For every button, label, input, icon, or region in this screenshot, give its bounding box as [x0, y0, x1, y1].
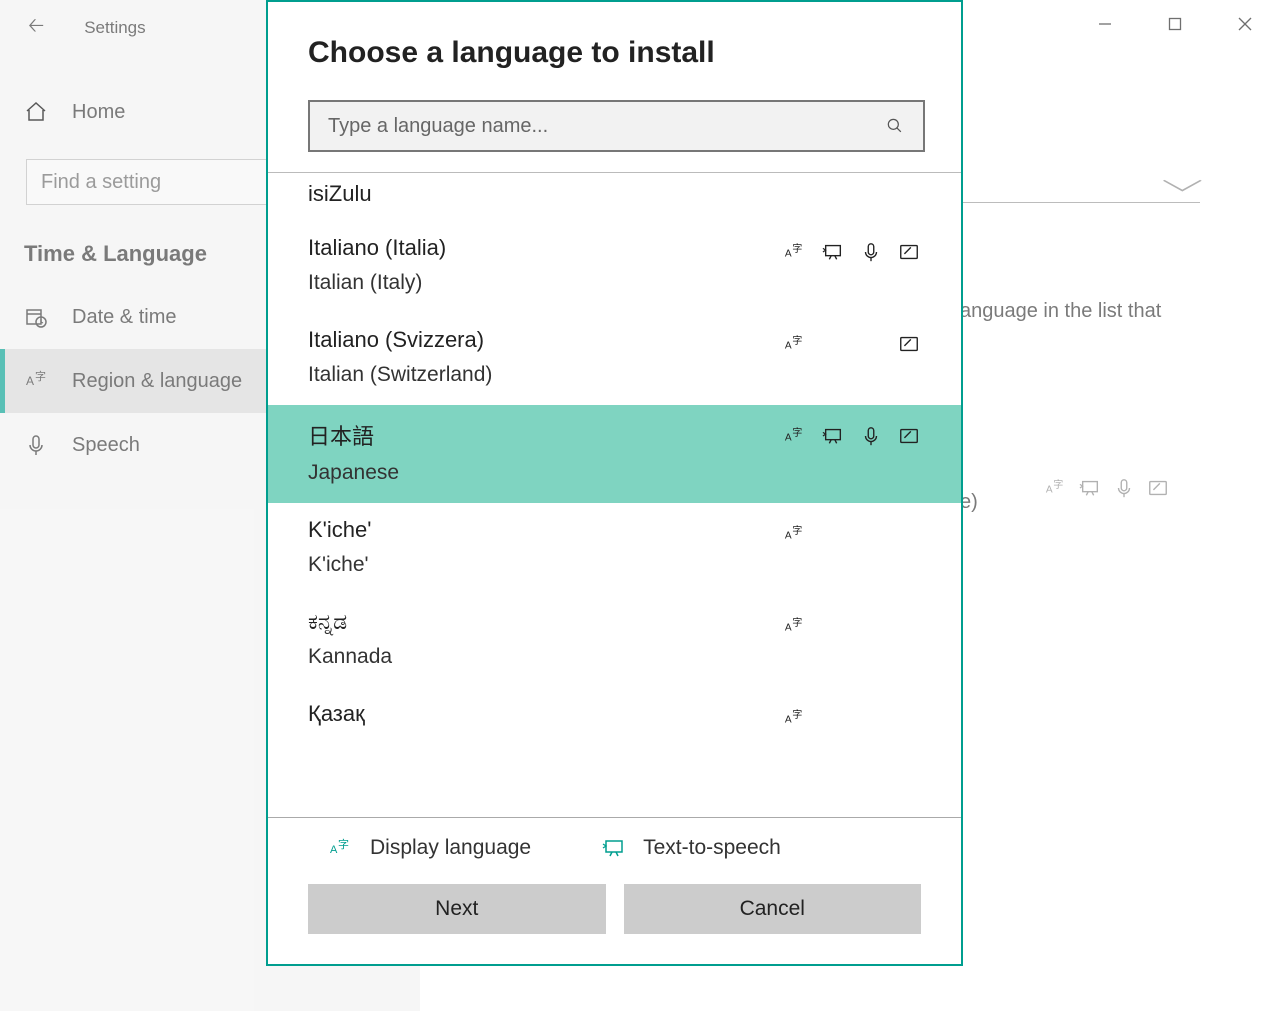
- choose-language-dialog: Choose a language to install Type a lang…: [266, 0, 963, 966]
- language-list[interactable]: isiZuluItaliano (Italia)Italian (Italy)I…: [268, 173, 961, 817]
- language-item[interactable]: Italiano (Svizzera) Italian (Switzerland): [268, 313, 961, 405]
- search-icon: [885, 116, 905, 136]
- language-feature-icons: [783, 701, 921, 729]
- language-native-name: ಕನ್ನಡ: [308, 609, 392, 635]
- language-english-name: Italian (Italy): [308, 271, 446, 295]
- display-icon: [783, 707, 807, 729]
- feature-legend: Display language Text-to-speech: [268, 818, 961, 878]
- language-item[interactable]: ಕನ್ನಡ Kannada: [268, 595, 961, 687]
- display-icon: [783, 615, 807, 637]
- language-item[interactable]: 日本語 Japanese: [268, 405, 961, 503]
- language-english-name: Japanese: [308, 461, 399, 485]
- language-item[interactable]: K'iche' K'iche': [268, 503, 961, 595]
- search-placeholder: Type a language name...: [328, 115, 885, 138]
- display-icon: [783, 523, 807, 545]
- display-icon: [783, 333, 807, 355]
- tts-icon: [821, 241, 845, 263]
- legend-display-language: Display language: [328, 836, 531, 860]
- language-item[interactable]: isiZulu: [268, 173, 961, 221]
- speech-icon: [859, 241, 883, 263]
- legend-tts: Text-to-speech: [601, 836, 781, 860]
- language-native-name: Italiano (Svizzera): [308, 327, 492, 353]
- language-search-input[interactable]: Type a language name...: [308, 100, 925, 152]
- cancel-button[interactable]: Cancel: [624, 884, 922, 934]
- handwriting-icon: [897, 425, 921, 447]
- next-button[interactable]: Next: [308, 884, 606, 934]
- display-language-icon: [328, 836, 354, 860]
- language-feature-icons: [783, 235, 921, 263]
- language-native-name: K'iche': [308, 517, 371, 543]
- language-feature-icons: [783, 517, 921, 545]
- language-feature-icons: [783, 609, 921, 637]
- language-english-name: Italian (Switzerland): [308, 363, 492, 387]
- language-english-name: K'iche': [308, 553, 371, 577]
- dialog-title: Choose a language to install: [268, 2, 961, 70]
- handwriting-icon: [897, 333, 921, 355]
- language-native-name: 日本語: [308, 419, 399, 451]
- tts-icon: [601, 836, 627, 860]
- display-icon: [783, 425, 807, 447]
- language-item[interactable]: Қазақ: [268, 687, 961, 729]
- legend-label: Text-to-speech: [643, 836, 781, 860]
- tts-icon: [821, 425, 845, 447]
- language-english-name: Kannada: [308, 645, 392, 669]
- handwriting-icon: [897, 241, 921, 263]
- language-native-name: Қазақ: [308, 701, 365, 727]
- language-native-name: Italiano (Italia): [308, 235, 446, 261]
- language-feature-icons: [783, 419, 921, 447]
- language-item[interactable]: Italiano (Italia) Italian (Italy): [268, 221, 961, 313]
- display-icon: [783, 241, 807, 263]
- speech-icon: [859, 425, 883, 447]
- language-native-name: isiZulu: [308, 181, 372, 207]
- legend-label: Display language: [370, 836, 531, 860]
- language-feature-icons: [783, 327, 921, 355]
